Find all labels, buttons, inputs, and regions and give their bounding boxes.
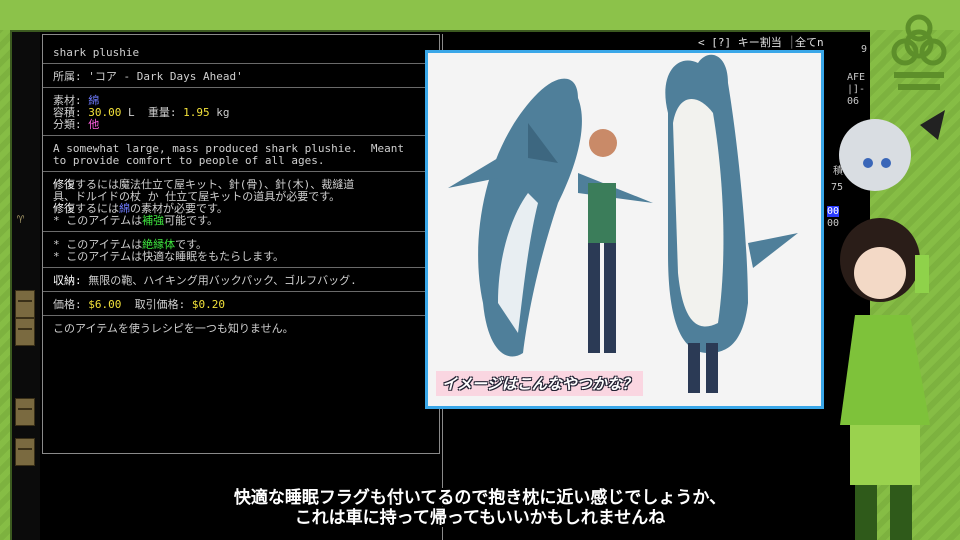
subtitle-line-1: 快適な睡眠フラグも付いてるので抱き枕に近い感じでしょうか、 [233, 488, 727, 508]
item-name: shark plushie [53, 46, 140, 59]
keybind-header[interactable]: < [?] キー割当 │全てn [698, 34, 824, 50]
side-stat: |]- [847, 84, 866, 95]
category-value: 他 [88, 118, 100, 131]
map-tile [15, 318, 35, 346]
item-origin: 所属: 'コア - Dark Days Ahead' [53, 70, 243, 83]
side-stat: 9 [861, 44, 868, 55]
commentator-characters [839, 110, 945, 540]
item-info-panel: shark plushie 所属: 'コア - Dark Days Ahead'… [42, 34, 440, 454]
trade-value: $0.20 [191, 298, 225, 311]
sleep-line: * このアイテムは快適な睡眠をもたらします。 [53, 250, 285, 263]
reinforce-line: * このアイテムは補強可能です。 [53, 214, 219, 227]
map-tile [15, 398, 35, 426]
recipe-line: このアイテムを使うレシピを一つも知りません。 [53, 322, 294, 335]
photo-caption: イメージはこんなやつかな？ [436, 371, 643, 396]
subtitle-box: 快適な睡眠フラグも付いてるので抱き枕に近い感じでしょうか、 これは車に持って帰っ… [175, 488, 785, 528]
frame-top-bar [0, 0, 960, 30]
price-line: 価格: $6.00 取引価格: $0.20 [53, 298, 225, 311]
shark-plush-photo [448, 54, 798, 393]
price-value: $6.00 [88, 298, 122, 311]
volume-weight-line: 容積: 30.00 L 重量: 1.95 kg [53, 106, 230, 119]
storage-line: 収納: 無限の鞄、ハイキング用バックパック、ゴルフバッグ. [53, 274, 357, 287]
description-line-2: to provide comfort to people of all ages… [53, 154, 325, 167]
map-strip: ♈ [12, 32, 40, 540]
weight-value: 1.95 [183, 106, 210, 119]
map-tile [15, 438, 35, 466]
category-line: 分類: 他 [53, 118, 100, 131]
reference-photo-card: イメージはこんなやつかな？ [425, 50, 824, 409]
subtitle-line-2: これは車に持って帰ってもいいかもしれませんね [294, 508, 666, 528]
map-tile [15, 290, 35, 318]
goblet-icon: ♈ [17, 212, 25, 226]
biohazard-icon [891, 14, 947, 90]
side-stat: AFE [847, 72, 866, 83]
